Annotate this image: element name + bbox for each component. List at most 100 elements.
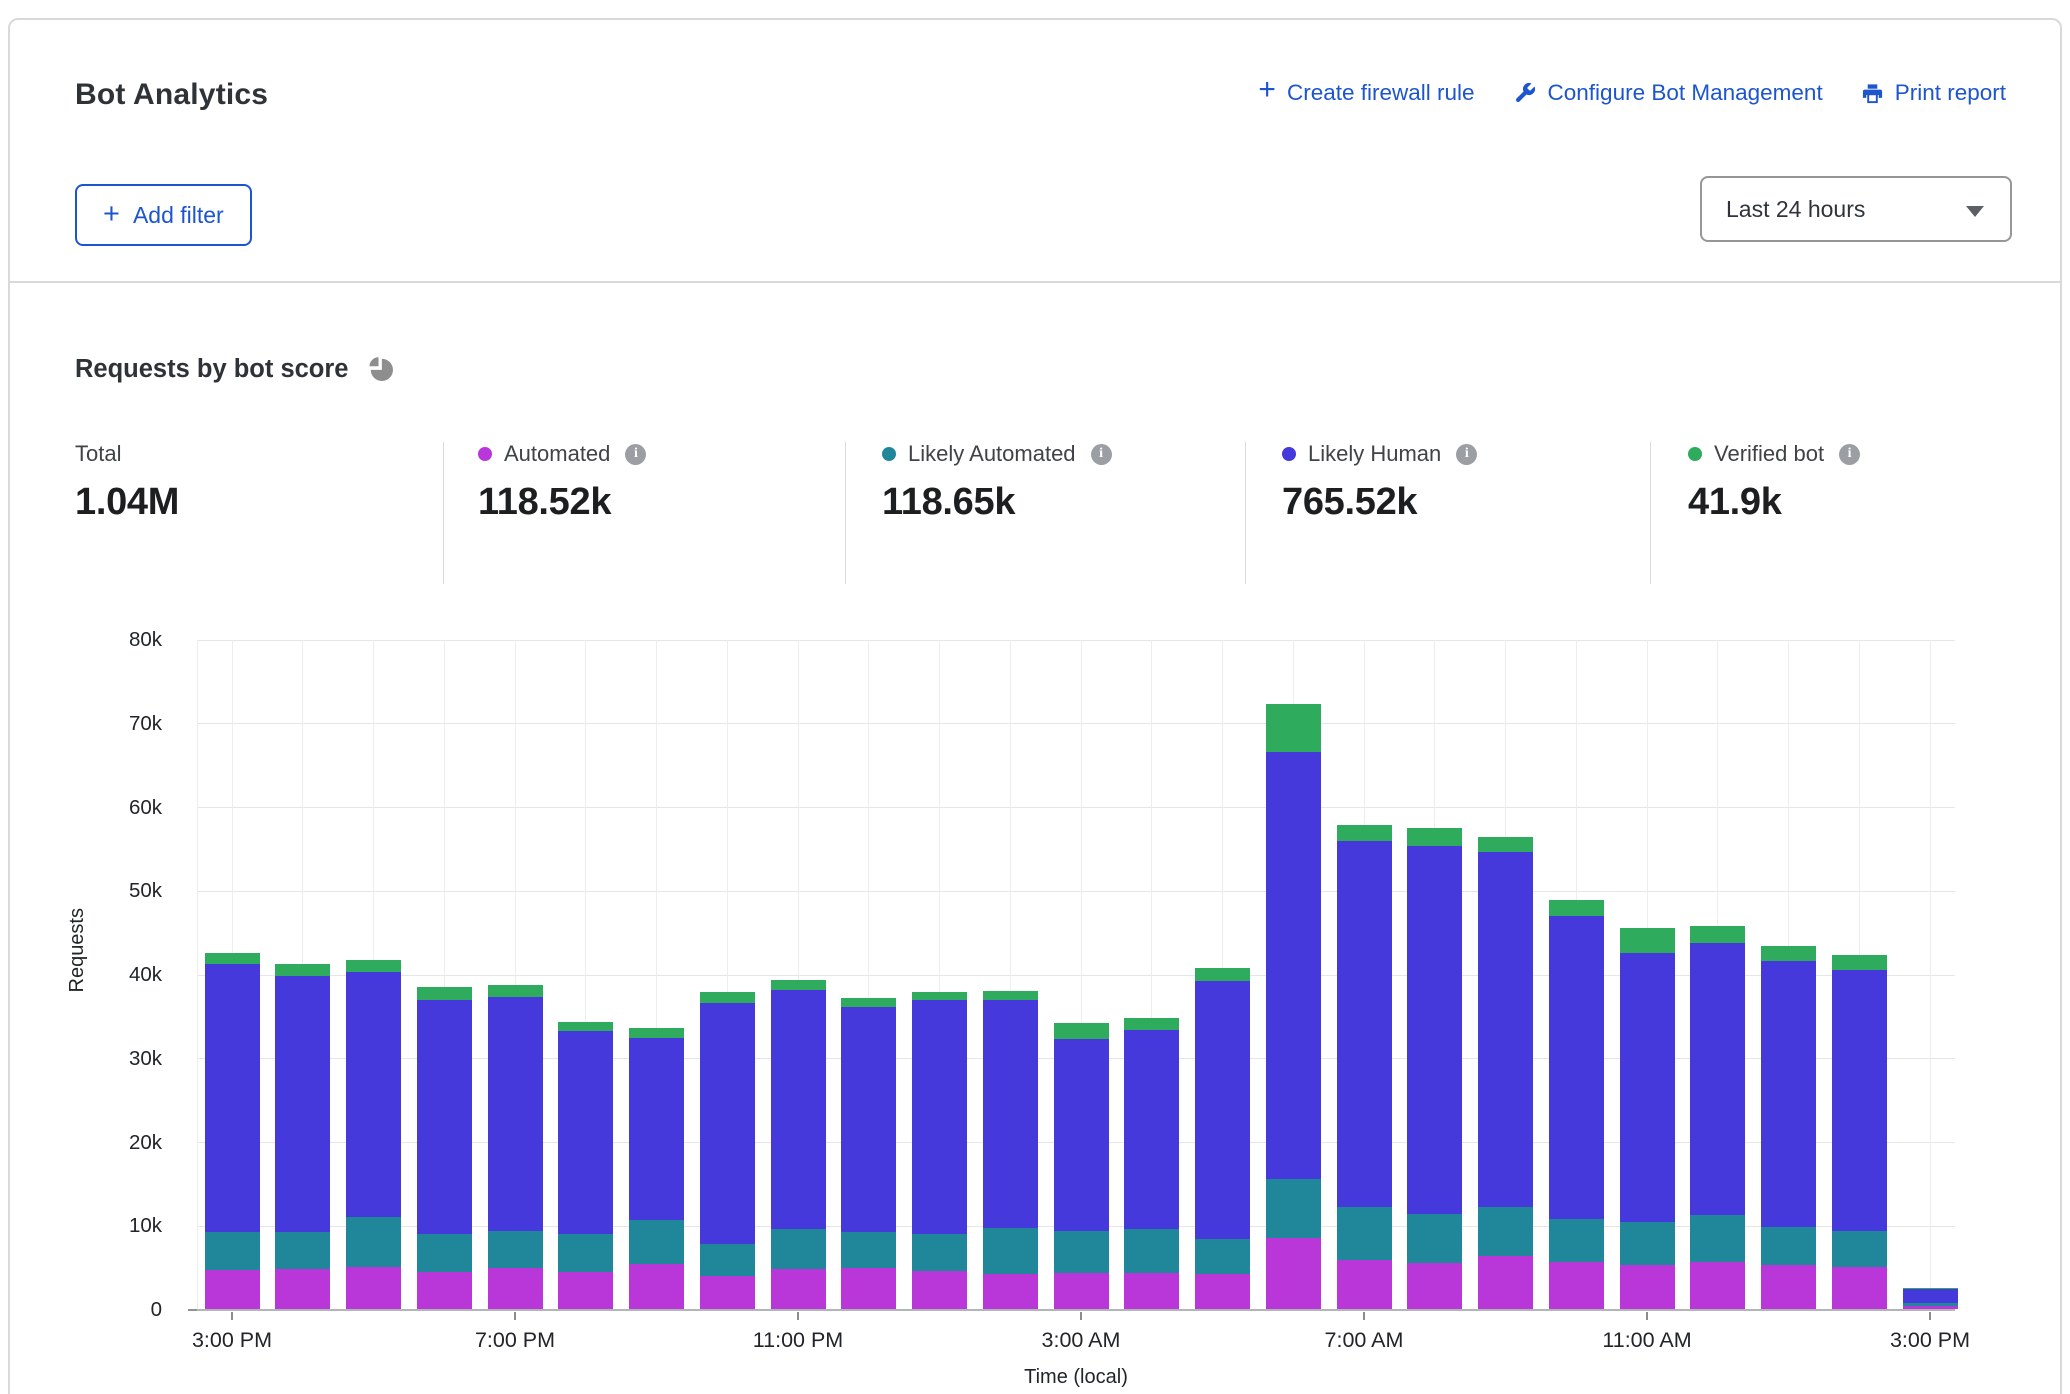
bar-11[interactable] [983,991,1038,1309]
bar-segment-automated [912,1271,967,1309]
bar-segment-verified-bot [1195,968,1250,981]
action-label: Configure Bot Management [1548,80,1823,106]
legend-dot-verified-bot [1688,447,1702,461]
bar-7[interactable] [700,992,755,1309]
stat-label: Likely Automated [908,441,1076,467]
stat-label-row: Total [75,440,425,468]
action-print-report[interactable]: Print report [1861,80,2006,106]
bar-segment-likely-human [1407,846,1462,1215]
bar-segment-automated [205,1270,260,1309]
bar-segment-automated [1337,1260,1392,1309]
bar-segment-automated [629,1264,684,1309]
info-icon[interactable] [1839,444,1860,465]
bar-segment-likely-automated [1761,1227,1816,1266]
y-tick-label: 50k [40,879,162,903]
bar-17[interactable] [1407,828,1462,1309]
bar-23[interactable] [1832,955,1887,1309]
bar-14[interactable] [1195,968,1250,1309]
x-tick-label: 7:00 AM [1269,1328,1459,1353]
bar-segment-automated [1690,1262,1745,1309]
bar-segment-likely-human [912,1000,967,1235]
bar-segment-automated [558,1272,613,1309]
bar-15[interactable] [1266,704,1321,1309]
printer-icon [1861,82,1884,105]
bar-9[interactable] [841,998,896,1309]
header-actions: +Create firewall rule Configure Bot Manag… [1258,80,2006,106]
x-gridline [1930,640,1931,1310]
bar-18[interactable] [1478,837,1533,1309]
y-tick-label: 20k [40,1131,162,1155]
bar-21[interactable] [1690,926,1745,1309]
bar-segment-likely-human [275,976,330,1232]
bar-19[interactable] [1549,900,1604,1309]
info-icon[interactable] [1091,444,1112,465]
bar-1[interactable] [275,964,330,1309]
bar-2[interactable] [346,960,401,1309]
y-tick-label: 80k [40,628,162,652]
info-icon[interactable] [1456,444,1477,465]
bar-segment-verified-bot [346,960,401,973]
x-tick-label: 3:00 AM [986,1328,1176,1353]
x-tick-mark [1363,1312,1365,1320]
x-tick-label: 3:00 PM [137,1328,327,1353]
time-range-value: Last 24 hours [1726,196,1865,223]
bar-segment-likely-automated [488,1231,543,1268]
bar-5[interactable] [558,1022,613,1309]
bar-16[interactable] [1337,825,1392,1309]
bar-segment-likely-automated [1478,1207,1533,1256]
section-title: Requests by bot score [75,355,349,384]
x-tick-label: 3:00 PM [1835,1328,2025,1353]
action-label: Print report [1895,80,2006,106]
bar-10[interactable] [912,992,967,1309]
bar-segment-likely-human [1832,970,1887,1231]
y-tick-label: 0 [40,1298,162,1322]
bar-6[interactable] [629,1028,684,1309]
bar-segment-verified-bot [700,992,755,1003]
bar-segment-verified-bot [1690,926,1745,943]
bar-segment-likely-automated [771,1229,826,1268]
stat-value: 41.9k [1688,481,2038,524]
bar-segment-likely-human [346,972,401,1217]
add-filter-button[interactable]: + Add filter [75,184,252,246]
plus-icon: + [103,204,120,224]
x-tick-mark [797,1312,799,1320]
bar-22[interactable] [1761,946,1816,1309]
bar-segment-automated [1195,1274,1250,1309]
bar-segment-likely-automated [1903,1303,1958,1306]
bar-segment-likely-human [488,997,543,1231]
action-configure-bot-management[interactable]: Configure Bot Management [1513,80,1823,106]
bar-segment-verified-bot [1478,837,1533,852]
bar-13[interactable] [1124,1018,1179,1309]
y-tick-label: 70k [40,712,162,736]
stat-label-row: Verified bot [1688,440,2038,468]
bar-0[interactable] [205,953,260,1309]
bar-segment-likely-automated [1407,1214,1462,1263]
bar-segment-verified-bot [841,998,896,1006]
bar-segment-likely-human [771,990,826,1230]
action-create-firewall-rule[interactable]: +Create firewall rule [1258,80,1474,106]
bar-segment-likely-human [983,1000,1038,1228]
bar-segment-likely-automated [346,1217,401,1267]
bar-8[interactable] [771,980,826,1309]
bar-segment-likely-human [205,964,260,1232]
bar-segment-verified-bot [1407,828,1462,846]
bar-segment-likely-human [700,1003,755,1243]
info-icon[interactable] [625,444,646,465]
bar-segment-verified-bot [1832,955,1887,970]
bar-20[interactable] [1620,928,1675,1309]
bar-12[interactable] [1054,1023,1109,1309]
time-range-select[interactable]: Last 24 hours [1700,176,2012,242]
bar-segment-automated [1054,1273,1109,1309]
bar-24[interactable] [1903,1288,1958,1309]
bar-3[interactable] [417,987,472,1309]
y-tick-label: 10k [40,1214,162,1238]
bar-segment-likely-human [1054,1039,1109,1231]
bar-segment-verified-bot [1903,1288,1958,1289]
legend-dot-likely-automated [882,447,896,461]
bar-4[interactable] [488,985,543,1309]
bar-segment-verified-bot [983,991,1038,1000]
bar-segment-likely-human [1620,953,1675,1222]
bar-segment-likely-human [1337,841,1392,1207]
legend-dot-automated [478,447,492,461]
bar-segment-automated [1549,1262,1604,1309]
